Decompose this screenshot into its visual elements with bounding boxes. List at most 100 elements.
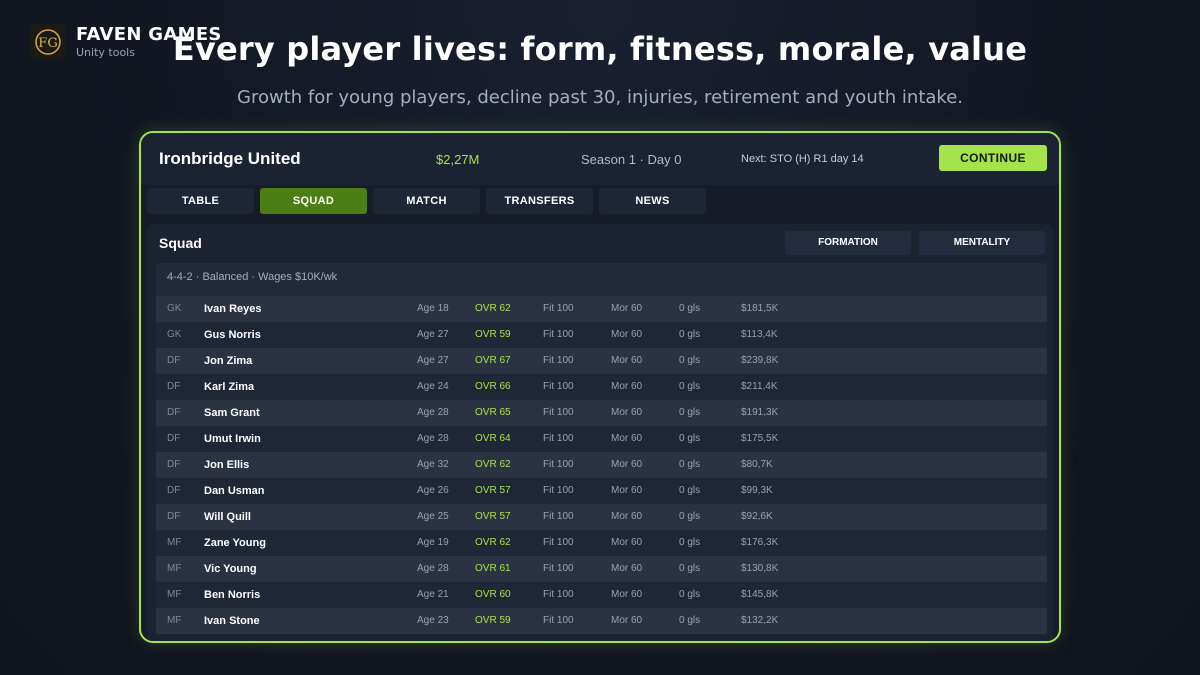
player-value: $80,7K <box>741 459 773 470</box>
player-age: Age 27 <box>417 355 449 366</box>
player-overall: OVR 57 <box>475 511 511 522</box>
table-row[interactable]: MF Ivan Stone Age 23 OVR 59 Fit 100 Mor 60 0 g… <box>156 608 1047 634</box>
player-name: Ben Norris <box>204 589 261 601</box>
player-goals: 0 gls <box>679 537 701 548</box>
player-overall: OVR 62 <box>475 537 511 548</box>
player-position: MF <box>167 589 182 600</box>
player-goals: 0 gls <box>679 459 701 470</box>
player-morale: Mor 60 <box>611 589 643 600</box>
player-name: Vic Young <box>204 563 257 575</box>
player-fitness: Fit 100 <box>543 329 574 340</box>
player-position: GK <box>167 303 182 314</box>
player-age: Age 23 <box>417 615 449 626</box>
player-goals: 0 gls <box>679 511 701 522</box>
tab-table[interactable]: TABLE <box>147 188 254 214</box>
formation-button[interactable]: FORMATION <box>785 231 911 255</box>
player-morale: Mor 60 <box>611 433 643 444</box>
player-goals: 0 gls <box>679 355 701 366</box>
player-position: MF <box>167 537 182 548</box>
player-position: DF <box>167 355 181 366</box>
player-fitness: Fit 100 <box>543 485 574 496</box>
table-row[interactable]: DF Sam Grant Age 28 OVR 65 Fit 100 Mor 60 0 gl… <box>156 400 1047 426</box>
player-name: Jon Ellis <box>204 459 250 471</box>
player-age: Age 28 <box>417 563 449 574</box>
player-fitness: Fit 100 <box>543 511 574 522</box>
player-goals: 0 gls <box>679 485 701 496</box>
tab-squad[interactable]: SQUAD <box>260 188 367 214</box>
player-overall: OVR 62 <box>475 459 511 470</box>
table-row[interactable]: DF Will Quill Age 25 OVR 57 Fit 100 Mor 60 0 g… <box>156 504 1047 530</box>
player-morale: Mor 60 <box>611 537 643 548</box>
player-list: GK Ivan Reyes Age 18 OVR 62 Fit 100 Mor 60 0 g… <box>156 296 1047 634</box>
player-fitness: Fit 100 <box>543 355 574 366</box>
table-row[interactable]: DF Karl Zima Age 24 OVR 66 Fit 100 Mor 60 0 gl… <box>156 374 1047 400</box>
player-name: Jon Zima <box>204 355 253 367</box>
table-row[interactable]: MF Ben Norris Age 21 OVR 60 Fit 100 Mor 60 0 g… <box>156 582 1047 608</box>
page: FG FAVEN GAMES Unity tools Every player … <box>0 0 1200 675</box>
player-position: MF <box>167 563 182 574</box>
game-window: Ironbridge United $2,27M Season 1 · Day … <box>139 131 1061 643</box>
player-overall: OVR 60 <box>475 589 511 600</box>
player-value: $191,3K <box>741 407 779 418</box>
player-name: Gus Norris <box>204 329 261 341</box>
top-bar: Ironbridge United $2,27M Season 1 · Day … <box>141 133 1059 185</box>
player-name: Will Quill <box>204 511 251 523</box>
continue-button[interactable]: CONTINUE <box>939 145 1047 171</box>
budget-value: $2,27M <box>436 152 480 167</box>
table-row[interactable]: DF Dan Usman Age 26 OVR 57 Fit 100 Mor 60 0 gl… <box>156 478 1047 504</box>
player-goals: 0 gls <box>679 407 701 418</box>
player-age: Age 18 <box>417 303 449 314</box>
player-morale: Mor 60 <box>611 563 643 574</box>
player-fitness: Fit 100 <box>543 407 574 418</box>
table-row[interactable]: MF Zane Young Age 19 OVR 62 Fit 100 Mor 60 0 g… <box>156 530 1047 556</box>
player-age: Age 28 <box>417 407 449 418</box>
subheadline: Growth for young players, decline past 3… <box>237 87 963 108</box>
player-morale: Mor 60 <box>611 329 643 340</box>
player-age: Age 25 <box>417 511 449 522</box>
player-value: $113,4K <box>741 329 778 340</box>
player-value: $145,8K <box>741 589 779 600</box>
table-row[interactable]: MF Vic Young Age 28 OVR 61 Fit 100 Mor 60 0 gl… <box>156 556 1047 582</box>
player-goals: 0 gls <box>679 303 701 314</box>
player-goals: 0 gls <box>679 615 701 626</box>
player-overall: OVR 59 <box>475 615 511 626</box>
player-name: Dan Usman <box>204 485 265 497</box>
tab-news[interactable]: NEWS <box>599 188 706 214</box>
player-morale: Mor 60 <box>611 355 643 366</box>
player-position: GK <box>167 329 182 340</box>
table-row[interactable]: DF Umut Irwin Age 28 OVR 64 Fit 100 Mor 60 0 g… <box>156 426 1047 452</box>
player-overall: OVR 66 <box>475 381 511 392</box>
tab-transfers[interactable]: TRANSFERS <box>486 188 593 214</box>
player-morale: Mor 60 <box>611 407 643 418</box>
player-age: Age 28 <box>417 433 449 444</box>
player-morale: Mor 60 <box>611 511 643 522</box>
player-value: $92,6K <box>741 511 773 522</box>
table-row[interactable]: DF Jon Zima Age 27 OVR 67 Fit 100 Mor 60 0 gls… <box>156 348 1047 374</box>
mentality-button[interactable]: MENTALITY <box>919 231 1045 255</box>
player-position: MF <box>167 615 182 626</box>
table-row[interactable]: GK Gus Norris Age 27 OVR 59 Fit 100 Mor 60 0 g… <box>156 322 1047 348</box>
panel-title: Squad <box>159 235 202 251</box>
tab-bar: TABLE SQUAD MATCH TRANSFERS NEWS <box>147 188 706 214</box>
player-fitness: Fit 100 <box>543 615 574 626</box>
table-row[interactable]: GK Ivan Reyes Age 18 OVR 62 Fit 100 Mor 60 0 g… <box>156 296 1047 322</box>
tab-match[interactable]: MATCH <box>373 188 480 214</box>
player-goals: 0 gls <box>679 433 701 444</box>
player-fitness: Fit 100 <box>543 563 574 574</box>
player-value: $130,8K <box>741 563 779 574</box>
player-overall: OVR 59 <box>475 329 511 340</box>
player-overall: OVR 57 <box>475 485 511 496</box>
player-morale: Mor 60 <box>611 615 643 626</box>
table-row[interactable]: DF Jon Ellis Age 32 OVR 62 Fit 100 Mor 60 0 gl… <box>156 452 1047 478</box>
player-age: Age 32 <box>417 459 449 470</box>
player-fitness: Fit 100 <box>543 303 574 314</box>
player-goals: 0 gls <box>679 381 701 392</box>
player-age: Age 24 <box>417 381 449 392</box>
season-day: Season 1 · Day 0 <box>581 152 682 167</box>
player-value: $175,5K <box>741 433 779 444</box>
player-goals: 0 gls <box>679 589 701 600</box>
player-position: DF <box>167 433 181 444</box>
player-position: DF <box>167 459 181 470</box>
player-name: Zane Young <box>204 537 266 549</box>
player-value: $211,4K <box>741 381 778 392</box>
